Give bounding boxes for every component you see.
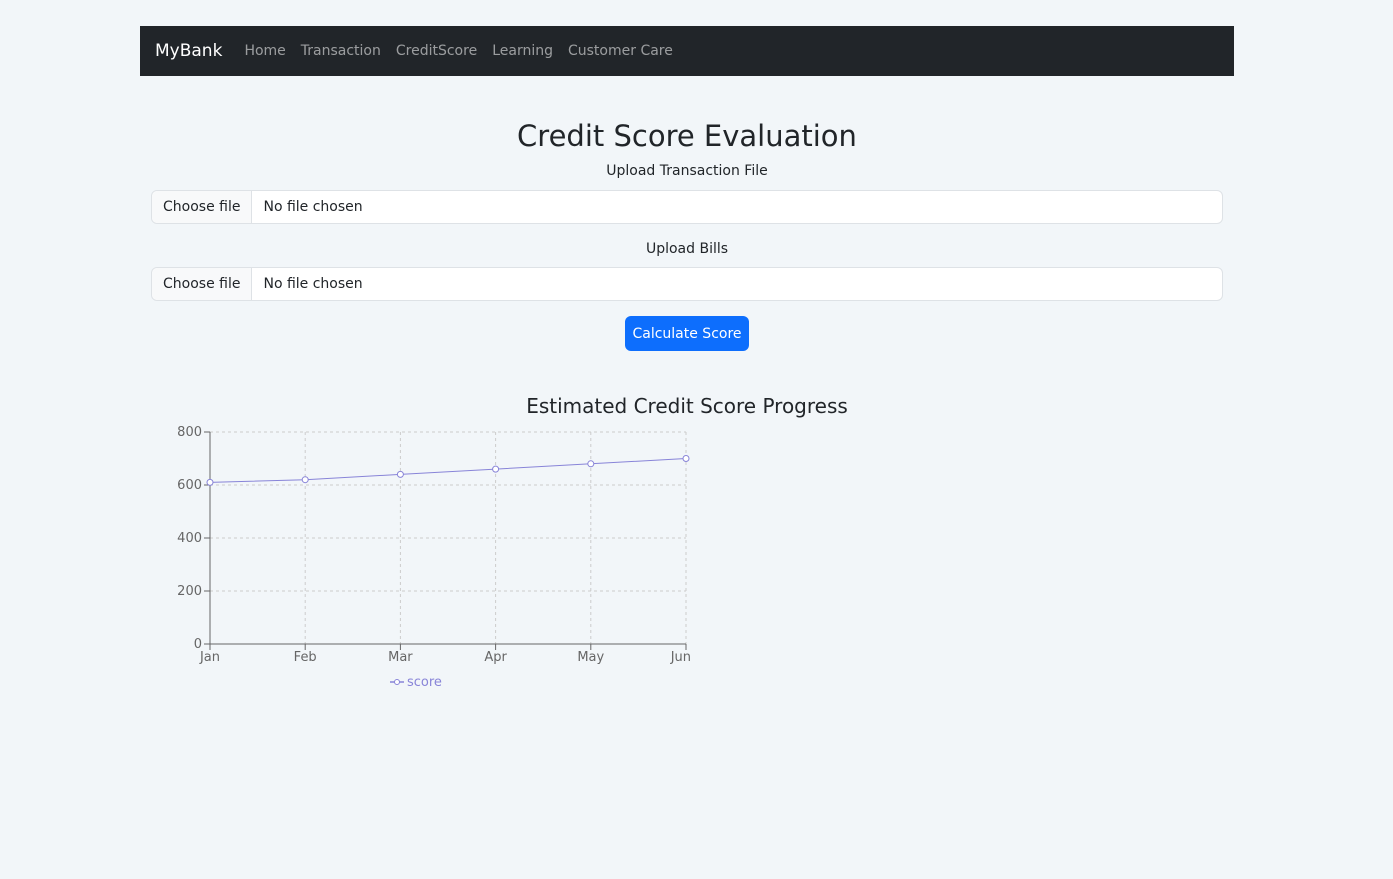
nav-link-transaction[interactable]: Transaction — [301, 43, 381, 59]
chart-title: Estimated Credit Score Progress — [526, 394, 848, 418]
credit-score-line-chart: 0200400600800Jan Feb Mar Apr May Junscore — [177, 425, 691, 690]
y-tick-label: 400 — [177, 531, 202, 546]
bills-file-input[interactable]: Choose file No file chosen — [151, 267, 1223, 301]
x-tick-label: May — [577, 650, 604, 665]
calculate-score-button[interactable]: Calculate Score — [625, 316, 749, 351]
data-point — [492, 465, 500, 473]
legend-marker — [394, 679, 400, 685]
series-line-score — [209, 458, 687, 483]
bills-file-status: No file chosen — [263, 276, 363, 292]
brand-link[interactable]: MyBank — [155, 41, 222, 61]
bills-choose-file-button[interactable]: Choose file — [152, 268, 253, 300]
nav-link-customer-care[interactable]: Customer Care — [568, 43, 673, 59]
legend-label: score — [407, 675, 442, 690]
x-tick-label: Jan — [199, 650, 220, 665]
data-point — [301, 476, 309, 484]
nav-link-learning[interactable]: Learning — [492, 43, 553, 59]
x-tick-label: Jun — [670, 650, 691, 665]
transaction-file-input[interactable]: Choose file No file chosen — [151, 190, 1223, 224]
bills-upload-label: Upload Bills — [645, 241, 729, 257]
transaction-upload-label: Upload Transaction File — [606, 163, 768, 179]
transaction-choose-file-button[interactable]: Choose file — [152, 191, 253, 223]
page-title: Credit Score Evaluation — [517, 119, 857, 153]
nav-link-creditscore[interactable]: CreditScore — [396, 43, 477, 59]
data-point — [682, 455, 690, 462]
y-tick-label: 200 — [177, 584, 202, 599]
data-point — [206, 478, 214, 486]
y-tick-label: 800 — [177, 425, 202, 440]
data-point — [396, 470, 404, 478]
transaction-file-status: No file chosen — [263, 199, 363, 215]
x-tick-label: Feb — [294, 650, 317, 665]
nav-link-home[interactable]: Home — [244, 43, 285, 59]
y-tick-label: 600 — [177, 478, 202, 493]
navbar: MyBank Home Transaction CreditScore Lear… — [140, 26, 1234, 76]
data-point — [587, 460, 595, 468]
x-tick-label: Mar — [388, 650, 413, 665]
x-tick-label: Apr — [484, 650, 507, 665]
